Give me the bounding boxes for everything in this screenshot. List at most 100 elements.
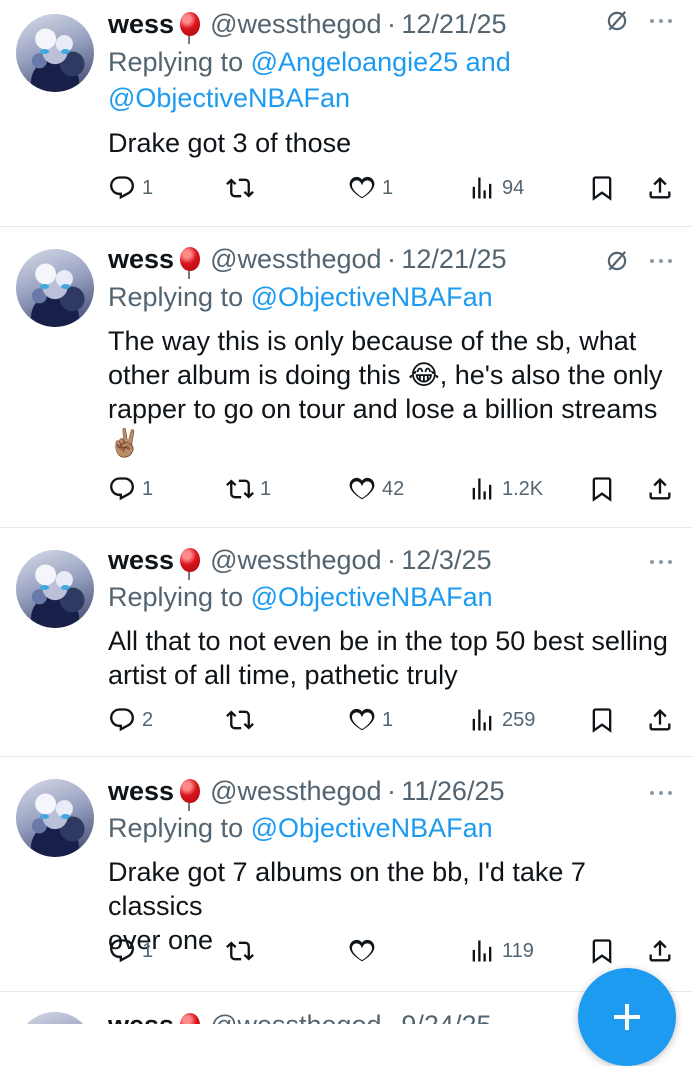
view-count: 1.2K bbox=[502, 477, 544, 500]
tweet-text-line: The way this is only because of the sb, … bbox=[108, 326, 637, 356]
reply-icon bbox=[108, 706, 136, 734]
repost-icon bbox=[226, 937, 254, 965]
display-name[interactable]: wess bbox=[108, 1010, 174, 1024]
timestamp[interactable]: 12/3/25 bbox=[401, 545, 491, 575]
repost-button[interactable] bbox=[226, 172, 260, 204]
share-button[interactable] bbox=[646, 935, 674, 967]
avatar[interactable] bbox=[16, 249, 94, 327]
share-button[interactable] bbox=[646, 172, 674, 204]
reply-count: 2 bbox=[142, 708, 154, 731]
mute-icon[interactable] bbox=[604, 248, 630, 274]
separator-dot: · bbox=[382, 1010, 402, 1024]
timestamp[interactable]: 12/21/25 bbox=[401, 244, 506, 274]
more-icon[interactable] bbox=[648, 559, 674, 565]
bookmark-button[interactable] bbox=[588, 473, 616, 505]
action-bar: 1 1 94 bbox=[108, 172, 674, 204]
tweet-2[interactable]: wess @wessthegod · 12/21/25 Replying to @… bbox=[0, 227, 692, 528]
replying-to-label: Replying to bbox=[108, 47, 244, 77]
repost-count: 1 bbox=[260, 477, 272, 500]
like-button[interactable]: 1 bbox=[348, 704, 393, 736]
tweet-3[interactable]: wess @wessthegod · 12/3/25 Replying to @O… bbox=[0, 528, 692, 757]
mention-link[interactable]: @ObjectiveNBAFan bbox=[251, 282, 493, 312]
reply-icon bbox=[108, 174, 136, 202]
tweet-text-line: artist of all time, pathetic truly bbox=[108, 660, 458, 690]
replying-to-label: Replying to bbox=[108, 813, 244, 843]
timestamp[interactable]: 12/21/25 bbox=[401, 9, 506, 39]
bookmark-icon bbox=[588, 937, 616, 965]
bookmark-button[interactable] bbox=[588, 704, 616, 736]
repost-button[interactable] bbox=[226, 704, 260, 736]
more-icon[interactable] bbox=[648, 258, 674, 264]
avatar[interactable] bbox=[16, 14, 94, 92]
separator-dot: · bbox=[381, 776, 402, 806]
reply-button[interactable]: 1 bbox=[108, 172, 153, 204]
balloon-icon bbox=[180, 12, 201, 44]
tweet-1[interactable]: wess @wessthegod · 12/21/25 Replying to @… bbox=[0, 0, 692, 227]
mention-link[interactable]: @ObjectiveNBAFan bbox=[108, 83, 350, 113]
views-button[interactable]: 94 bbox=[468, 172, 524, 204]
mention-link[interactable]: @ObjectiveNBAFan bbox=[251, 582, 493, 612]
like-button[interactable] bbox=[348, 935, 382, 967]
bookmark-button[interactable] bbox=[588, 172, 616, 204]
mention-link[interactable]: @Angeloangie25 and bbox=[251, 47, 511, 77]
avatar[interactable] bbox=[16, 1012, 94, 1024]
bookmark-button[interactable] bbox=[588, 935, 616, 967]
share-icon bbox=[646, 937, 674, 965]
reply-button[interactable]: 1 bbox=[108, 473, 153, 505]
like-count: 1 bbox=[382, 708, 394, 731]
avatar[interactable] bbox=[16, 779, 94, 857]
views-button[interactable]: 119 bbox=[468, 935, 534, 967]
timestamp[interactable]: 9/24/25 bbox=[401, 1010, 491, 1024]
display-name[interactable]: wess bbox=[108, 545, 174, 575]
display-name[interactable]: wess bbox=[108, 776, 174, 806]
reply-button[interactable]: 1 bbox=[108, 935, 153, 967]
mention-link[interactable]: @ObjectiveNBAFan bbox=[251, 813, 493, 843]
handle[interactable]: @wessthegod bbox=[210, 1010, 382, 1024]
repost-button[interactable]: 1 bbox=[226, 473, 271, 505]
like-button[interactable]: 42 bbox=[348, 473, 404, 505]
separator-dot: · bbox=[381, 9, 402, 39]
compose-button[interactable] bbox=[578, 968, 676, 1066]
share-button[interactable] bbox=[646, 473, 674, 505]
display-name[interactable]: wess bbox=[108, 9, 174, 39]
balloon-icon bbox=[180, 779, 201, 811]
bookmark-icon bbox=[588, 475, 616, 503]
handle[interactable]: @wessthegod bbox=[210, 9, 382, 39]
more-icon[interactable] bbox=[648, 790, 674, 796]
mute-icon[interactable] bbox=[604, 8, 630, 34]
like-count: 1 bbox=[382, 176, 394, 199]
action-bar: 1 119 bbox=[108, 935, 674, 967]
like-count: 42 bbox=[382, 477, 405, 500]
share-icon bbox=[646, 706, 674, 734]
balloon-icon bbox=[180, 548, 201, 580]
handle[interactable]: @wessthegod bbox=[210, 776, 382, 806]
more-icon[interactable] bbox=[648, 18, 674, 24]
views-button[interactable]: 259 bbox=[468, 704, 535, 736]
reply-button[interactable]: 2 bbox=[108, 704, 153, 736]
avatar[interactable] bbox=[16, 550, 94, 628]
replying-to: Replying to @ObjectiveNBAFan bbox=[108, 279, 676, 315]
replying-to: Replying to @ObjectiveNBAFan bbox=[108, 810, 676, 846]
handle[interactable]: @wessthegod bbox=[210, 545, 382, 575]
share-button[interactable] bbox=[646, 704, 674, 736]
repost-icon bbox=[226, 174, 254, 202]
view-count: 259 bbox=[502, 708, 536, 731]
tweet-4[interactable]: wess @wessthegod · 11/26/25 Replying to @… bbox=[0, 757, 692, 992]
heart-icon bbox=[348, 475, 376, 503]
action-bar: 1 1 42 1.2K bbox=[108, 473, 674, 505]
repost-button[interactable] bbox=[226, 935, 260, 967]
replying-to: Replying to @Angeloangie25 and @Objectiv… bbox=[108, 44, 676, 116]
views-icon bbox=[468, 706, 496, 734]
share-icon bbox=[646, 475, 674, 503]
views-button[interactable]: 1.2K bbox=[468, 473, 543, 505]
display-name[interactable]: wess bbox=[108, 244, 174, 274]
timestamp[interactable]: 11/26/25 bbox=[401, 776, 504, 806]
repost-icon bbox=[226, 706, 254, 734]
balloon-icon bbox=[180, 1013, 201, 1024]
tweet-text: The way this is only because of the sb, … bbox=[108, 324, 670, 460]
heart-icon bbox=[348, 174, 376, 202]
handle[interactable]: @wessthegod bbox=[210, 244, 382, 274]
tweet-text: All that to not even be in the top 50 be… bbox=[108, 624, 670, 692]
like-button[interactable]: 1 bbox=[348, 172, 393, 204]
tweet-header: wess @wessthegod · 12/3/25 bbox=[108, 540, 676, 580]
